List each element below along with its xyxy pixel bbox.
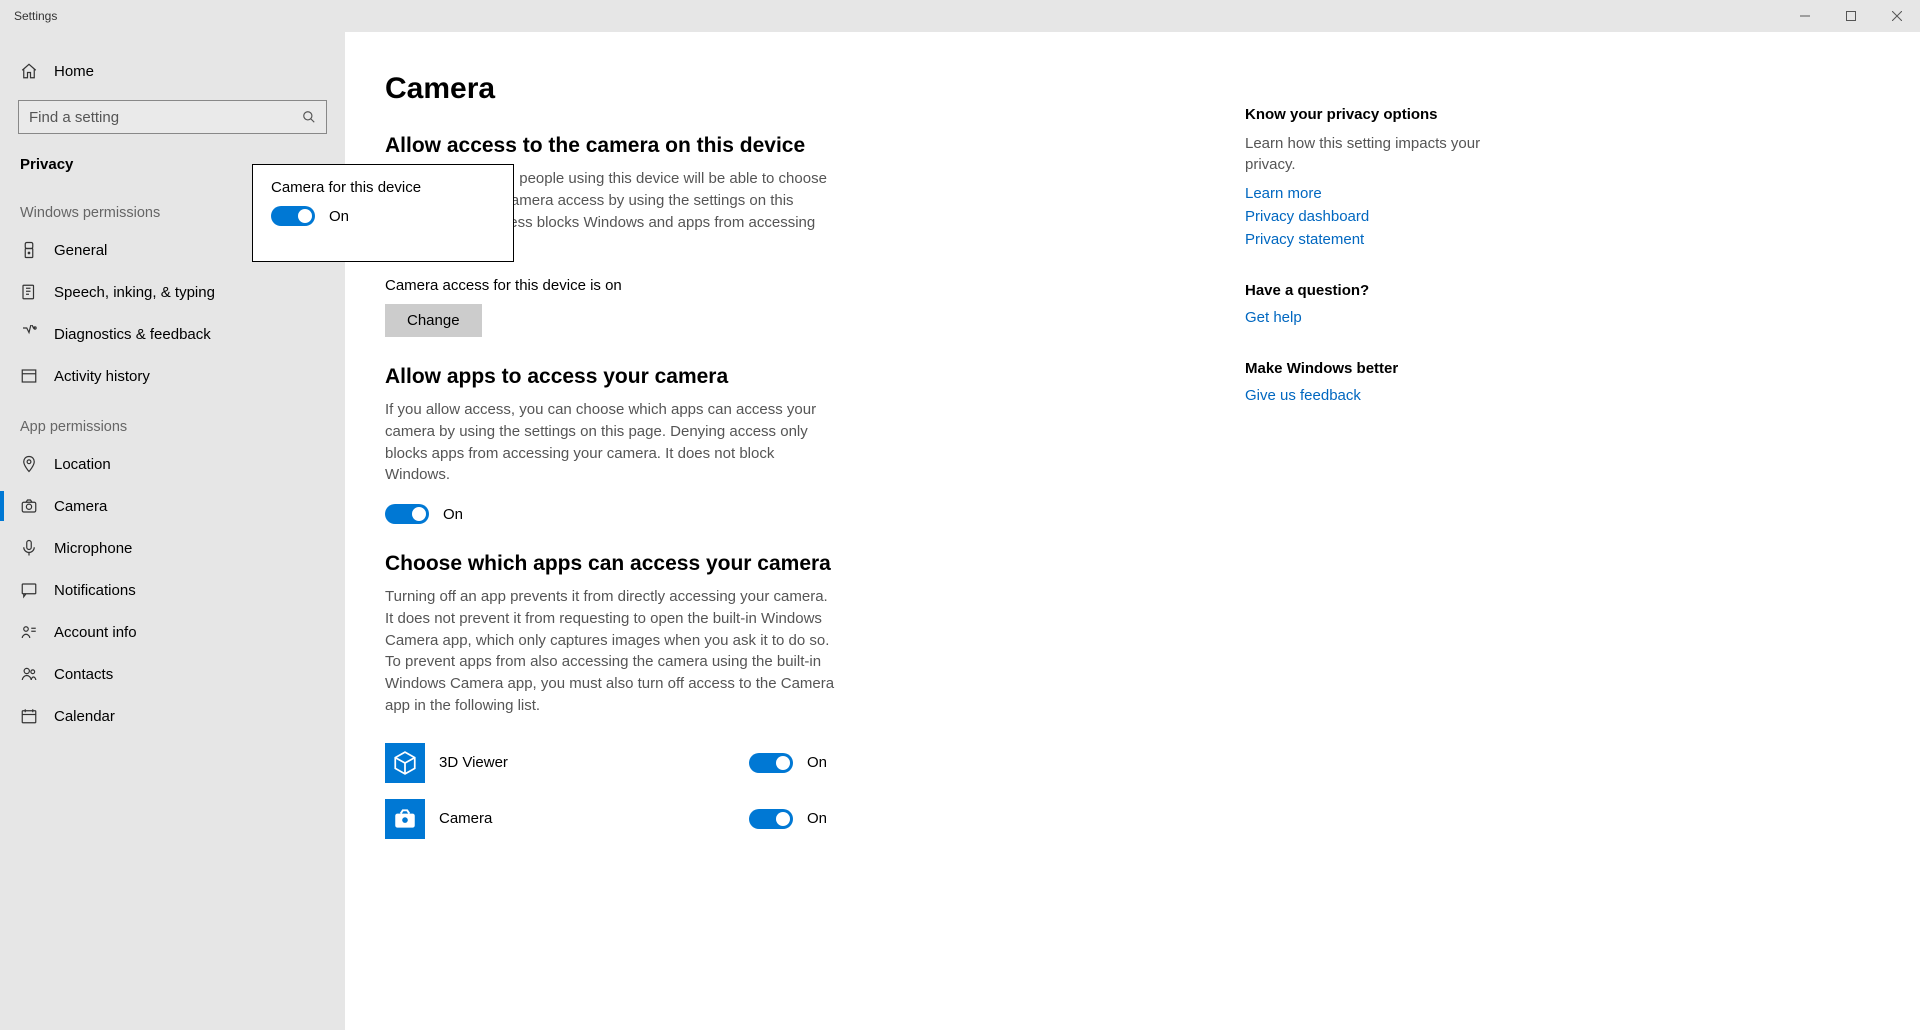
feedback-head: Make Windows better	[1245, 360, 1615, 377]
window-controls	[1782, 0, 1920, 32]
app-toggle[interactable]	[749, 809, 793, 829]
section-desc-choose-apps: Turning off an app prevents it from dire…	[385, 586, 835, 717]
app-toggle-label: On	[807, 810, 827, 827]
cube-app-icon	[385, 743, 425, 783]
device-access-status: Camera access for this device is on	[385, 277, 1205, 294]
microphone-icon	[20, 539, 38, 557]
sidebar-item-diagnostics[interactable]: Diagnostics & feedback	[0, 313, 345, 355]
section-title-apps-access: Allow apps to access your camera	[385, 365, 1205, 389]
search-box[interactable]	[18, 100, 327, 134]
speech-icon	[20, 283, 38, 301]
minimize-button[interactable]	[1782, 0, 1828, 32]
give-feedback-link[interactable]: Give us feedback	[1245, 387, 1615, 404]
question-head: Have a question?	[1245, 282, 1615, 299]
app-name: 3D Viewer	[439, 754, 739, 771]
diagnostics-icon	[20, 325, 38, 343]
section-title-device-access: Allow access to the camera on this devic…	[385, 134, 1205, 158]
feedback-block: Make Windows better Give us feedback	[1245, 360, 1615, 404]
home-icon	[20, 62, 38, 80]
search-wrap	[0, 90, 345, 142]
sidebar-item-label: Contacts	[54, 666, 113, 683]
camera-device-flyout: Camera for this device On	[252, 164, 514, 262]
sidebar-item-label: Activity history	[54, 368, 150, 385]
flyout-toggle[interactable]	[271, 206, 315, 226]
section-title-choose-apps: Choose which apps can access your camera	[385, 552, 1205, 576]
sidebar-item-microphone[interactable]: Microphone	[0, 527, 345, 569]
privacy-statement-link[interactable]: Privacy statement	[1245, 231, 1615, 248]
sidebar-item-notifications[interactable]: Notifications	[0, 569, 345, 611]
app-toggle[interactable]	[749, 753, 793, 773]
section-desc-apps-access: If you allow access, you can choose whic…	[385, 399, 835, 486]
close-button[interactable]	[1874, 0, 1920, 32]
privacy-options-text: Learn how this setting impacts your priv…	[1245, 133, 1485, 175]
sidebar-item-label: Speech, inking, & typing	[54, 284, 215, 301]
location-icon	[20, 455, 38, 473]
right-column: Know your privacy options Learn how this…	[1245, 32, 1645, 1030]
flyout-title: Camera for this device	[271, 179, 495, 196]
app-toggle-wrap: On	[749, 753, 827, 773]
sidebar-item-label: Camera	[54, 498, 107, 515]
titlebar: Settings	[0, 0, 1920, 32]
general-icon	[20, 241, 38, 259]
sidebar-item-location[interactable]: Location	[0, 443, 345, 485]
sidebar-item-label: Location	[54, 456, 111, 473]
flyout-toggle-row: On	[271, 206, 495, 226]
sidebar-item-activity[interactable]: Activity history	[0, 355, 345, 397]
privacy-options-head: Know your privacy options	[1245, 106, 1615, 123]
apps-access-toggle-row: On	[385, 504, 1205, 524]
contacts-icon	[20, 665, 38, 683]
get-help-link[interactable]: Get help	[1245, 309, 1615, 326]
sidebar-item-label: Microphone	[54, 540, 132, 557]
privacy-dashboard-link[interactable]: Privacy dashboard	[1245, 208, 1615, 225]
settings-window: Settings Home	[0, 0, 1920, 1030]
sidebar-item-camera[interactable]: Camera	[0, 485, 345, 527]
home-label: Home	[54, 63, 94, 80]
sidebar-item-label: Notifications	[54, 582, 136, 599]
sidebar-item-label: Calendar	[54, 708, 115, 725]
change-button[interactable]: Change	[385, 304, 482, 337]
apps-access-toggle-label: On	[443, 506, 463, 523]
home-nav[interactable]: Home	[0, 52, 345, 90]
maximize-button[interactable]	[1828, 0, 1874, 32]
window-title: Settings	[14, 9, 57, 23]
app-toggle-wrap: On	[749, 809, 827, 829]
sidebar-item-label: General	[54, 242, 107, 259]
main-area: Camera Allow access to the camera on thi…	[345, 32, 1920, 1030]
calendar-icon	[20, 707, 38, 725]
sidebar-item-contacts[interactable]: Contacts	[0, 653, 345, 695]
flyout-toggle-label: On	[329, 208, 349, 225]
sidebar-item-account-info[interactable]: Account info	[0, 611, 345, 653]
activity-icon	[20, 367, 38, 385]
search-icon	[302, 110, 316, 124]
sidebar-item-calendar[interactable]: Calendar	[0, 695, 345, 737]
camera-icon	[20, 497, 38, 515]
account-info-icon	[20, 623, 38, 641]
app-toggle-label: On	[807, 754, 827, 771]
notifications-icon	[20, 581, 38, 599]
learn-more-link[interactable]: Learn more	[1245, 185, 1615, 202]
privacy-options-block: Know your privacy options Learn how this…	[1245, 106, 1615, 248]
page-title: Camera	[385, 72, 1205, 106]
sidebar-item-label: Diagnostics & feedback	[54, 326, 211, 343]
search-input[interactable]	[29, 109, 302, 126]
camera-app-icon	[385, 799, 425, 839]
app-name: Camera	[439, 810, 739, 827]
sidebar-item-label: Account info	[54, 624, 137, 641]
apps-access-toggle[interactable]	[385, 504, 429, 524]
sidebar-group-head: App permissions	[0, 397, 345, 443]
sidebar-item-speech[interactable]: Speech, inking, & typing	[0, 271, 345, 313]
question-block: Have a question? Get help	[1245, 282, 1615, 326]
app-row: Camera On	[385, 791, 1205, 847]
app-list: 3D Viewer On Camera On	[385, 735, 1205, 847]
app-row: 3D Viewer On	[385, 735, 1205, 791]
